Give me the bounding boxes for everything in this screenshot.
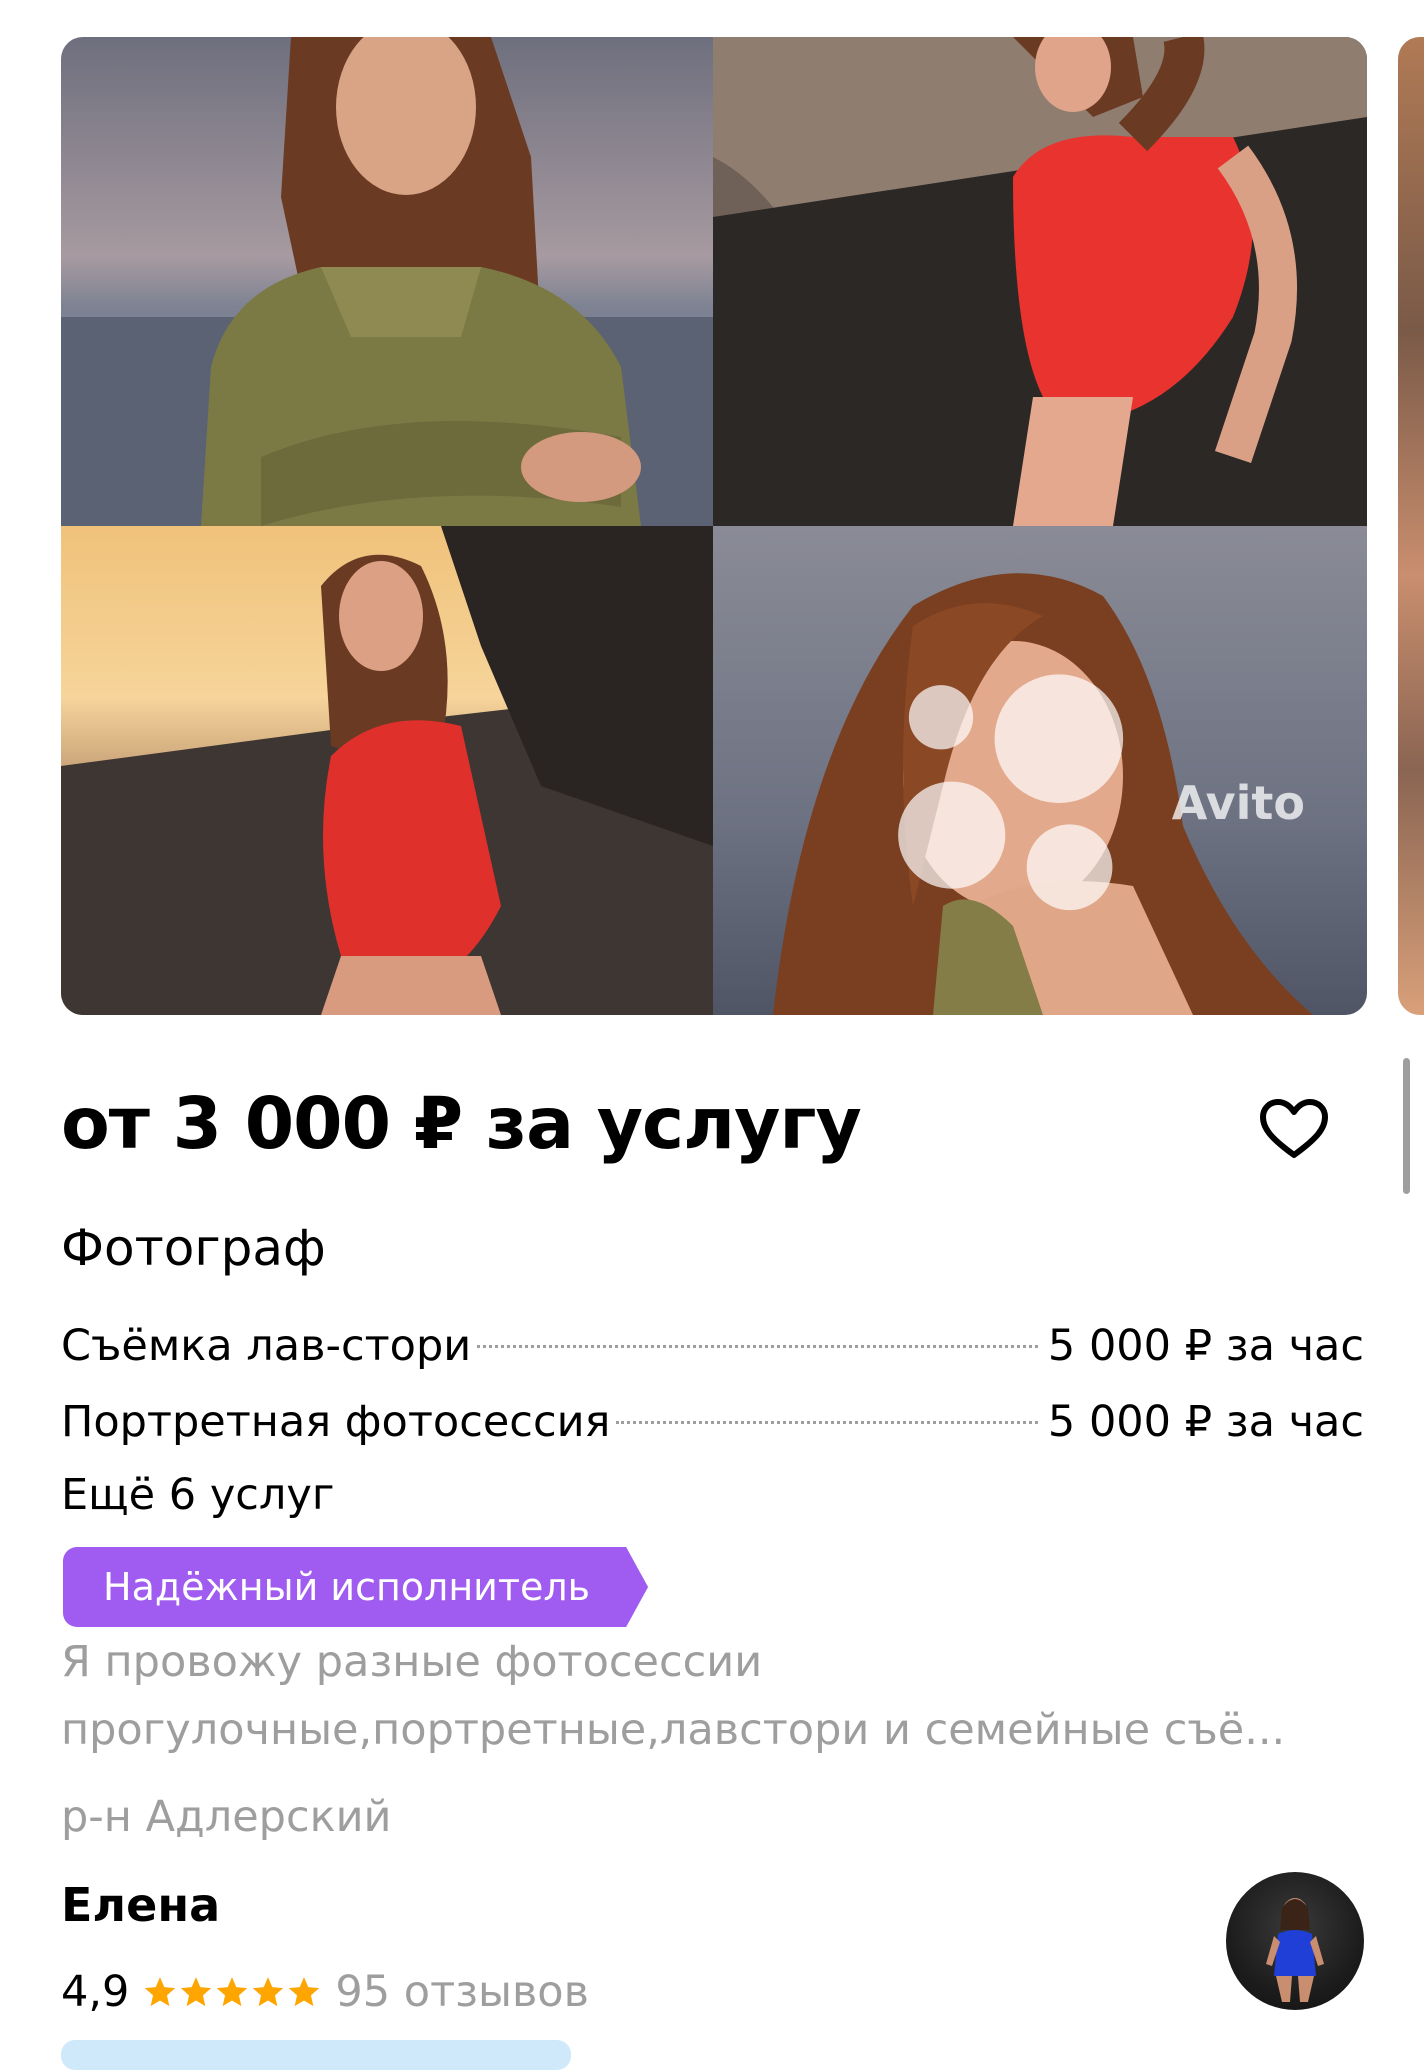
- gallery-photo-3[interactable]: [61, 526, 713, 1015]
- star-icon: [289, 1977, 320, 2007]
- star-icon: [145, 1977, 176, 2007]
- reviews-count[interactable]: 95 отзывов: [335, 1955, 589, 2029]
- gallery-photo-1[interactable]: [61, 37, 713, 526]
- services-list: Съёмка лав-стори 5 000 ₽ за час Портретн…: [61, 1308, 1364, 1460]
- more-services-link[interactable]: Ещё 6 услуг: [61, 1458, 334, 1532]
- price-title: от 3 000 ₽ за услугу: [61, 1082, 862, 1165]
- description-line: Я провожу разные фотосессии: [61, 1637, 763, 1687]
- seller-avatar[interactable]: [1226, 1872, 1364, 2010]
- gallery-photo-4[interactable]: Avito: [713, 526, 1367, 1015]
- service-name: Съёмка лав-стори: [61, 1321, 472, 1371]
- district-label: р-н Адлерский: [61, 1792, 392, 1842]
- seller-name[interactable]: Елена: [61, 1872, 220, 1938]
- service-price: 5 000 ₽ за час: [1047, 1321, 1364, 1371]
- dotted-leader: [616, 1421, 1038, 1424]
- description-line: прогулочные,портретные,лавстори и семейн…: [61, 1705, 1286, 1755]
- star-icon: [253, 1977, 284, 2007]
- rating-stars: [143, 1975, 321, 2009]
- service-name: Портретная фотосессия: [61, 1397, 611, 1447]
- dotted-leader: [477, 1345, 1038, 1348]
- next-gallery-photo-peek[interactable]: [1398, 37, 1424, 1015]
- service-price: 5 000 ₽ за час: [1047, 1397, 1364, 1447]
- favorite-button[interactable]: [1254, 1094, 1334, 1164]
- seller-rating[interactable]: 4,9 95 отзывов: [61, 1955, 589, 2029]
- star-icon: [217, 1977, 248, 2007]
- star-icon: [181, 1977, 212, 2007]
- rating-value: 4,9: [61, 1967, 130, 2017]
- reliable-performer-badge: Надёжный исполнитель: [63, 1547, 648, 1627]
- heart-outline-icon: [1260, 1099, 1328, 1158]
- avito-logo-icon: [897, 674, 1123, 911]
- gallery-photo-2[interactable]: [713, 37, 1367, 526]
- scrollbar[interactable]: [1403, 1058, 1410, 1194]
- avito-watermark: Avito: [866, 653, 1305, 953]
- photo-gallery[interactable]: Avito: [61, 37, 1367, 1015]
- watermark-text: Avito: [1171, 776, 1305, 830]
- service-row[interactable]: Съёмка лав-стори 5 000 ₽ за час: [61, 1308, 1364, 1384]
- description: Я провожу разные фотосессии прогулочные,…: [61, 1628, 1361, 1764]
- category-label: Фотограф: [61, 1219, 326, 1277]
- service-row[interactable]: Портретная фотосессия 5 000 ₽ за час: [61, 1384, 1364, 1460]
- bottom-action-chip[interactable]: [61, 2040, 571, 2070]
